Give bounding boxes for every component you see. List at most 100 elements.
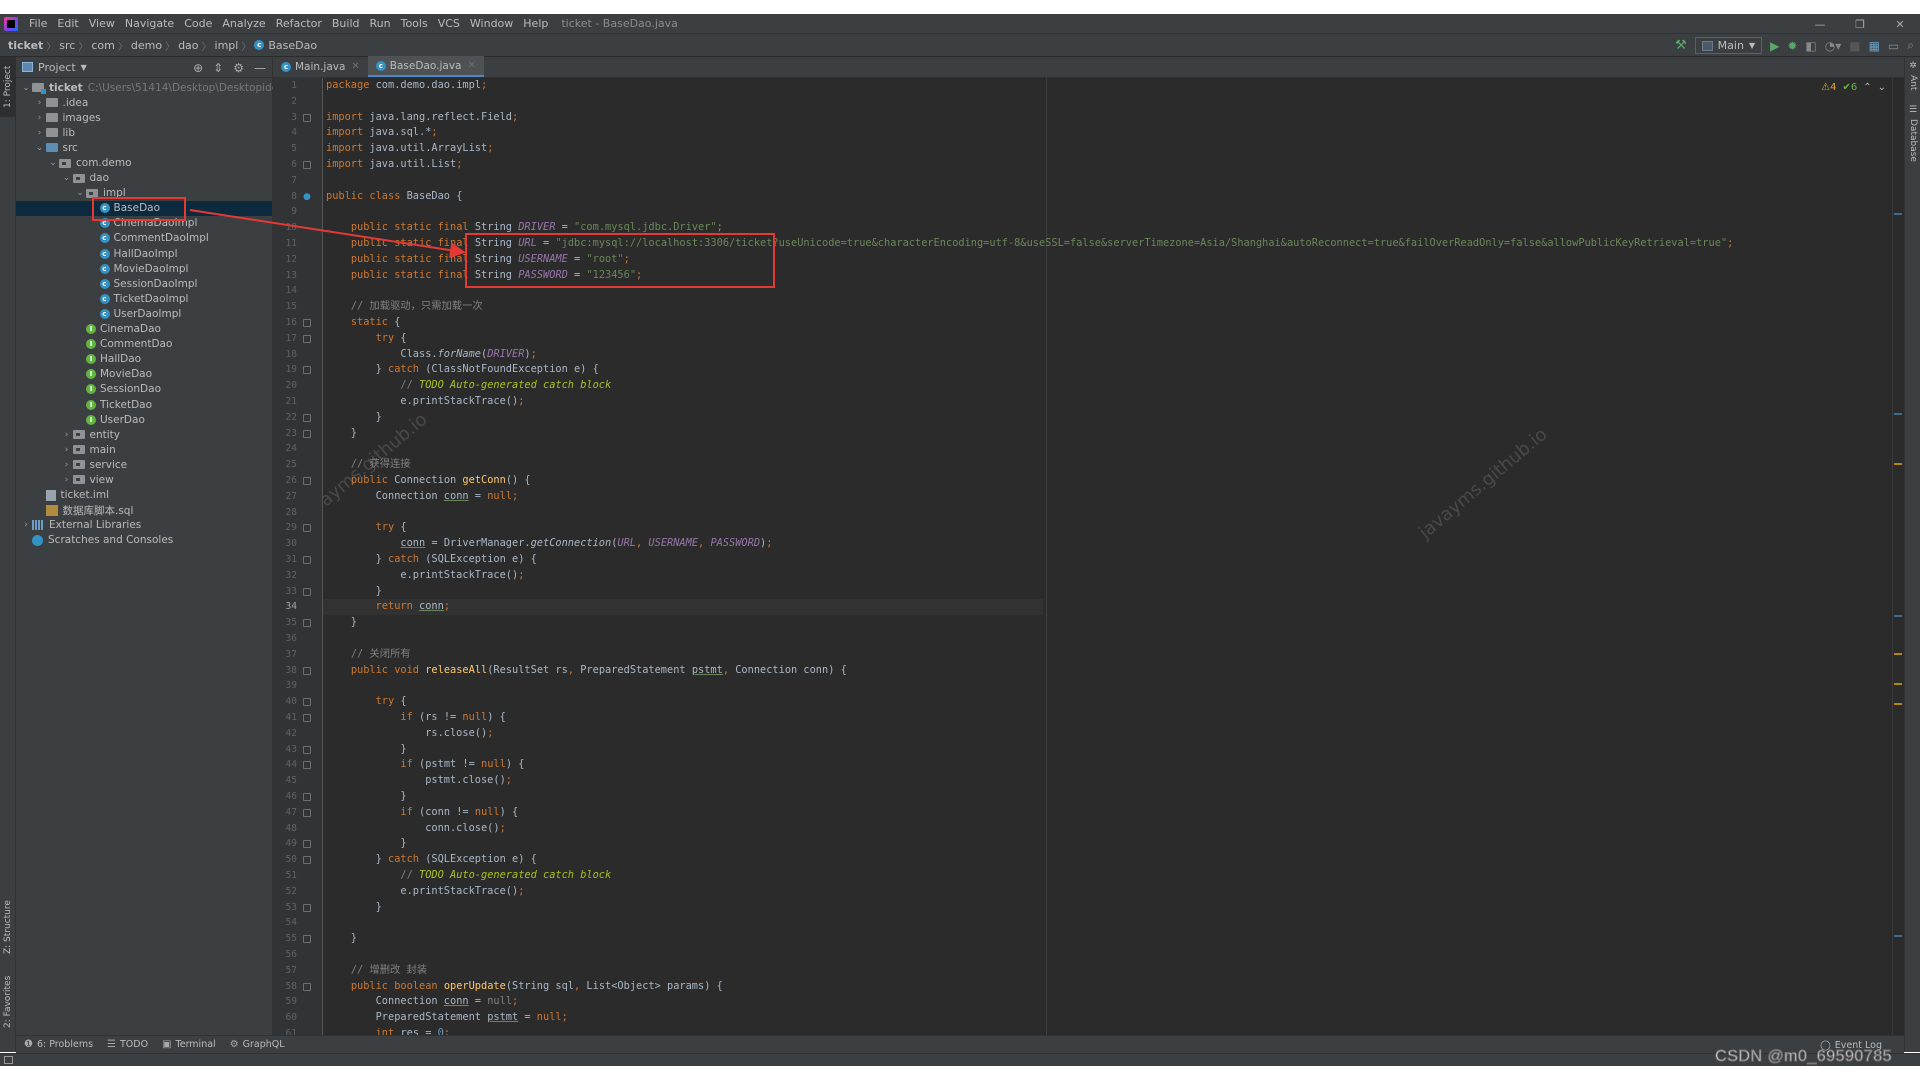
menu-tools[interactable]: Tools <box>396 17 433 30</box>
tree-node[interactable]: › External Libraries <box>16 518 272 533</box>
tool-tab-database[interactable]: ☰ Database <box>1905 105 1920 175</box>
menu-run[interactable]: Run <box>365 17 396 30</box>
editor-tab[interactable]: c Main.java ✕ <box>273 56 368 77</box>
chevron-down-icon[interactable]: ⌄ <box>20 83 32 93</box>
minimize-button[interactable]: — <box>1800 18 1840 31</box>
toggle-tool-windows-icon[interactable] <box>4 1056 13 1064</box>
tool-tab-ant[interactable]: ✲ Ant <box>1905 61 1920 101</box>
fold-marker-icon[interactable] <box>303 856 311 865</box>
profile-icon[interactable]: ◔▾ <box>1825 39 1842 53</box>
fold-marker-icon[interactable] <box>303 429 311 438</box>
chevron-right-icon[interactable]: › <box>34 113 46 123</box>
fold-marker-icon[interactable] <box>303 935 311 944</box>
collapse-all-icon[interactable]: ⇕ <box>213 61 223 75</box>
fold-marker-icon[interactable] <box>303 334 311 343</box>
fold-marker-icon[interactable] <box>303 903 311 912</box>
fold-marker-icon[interactable] <box>303 745 311 754</box>
close-tab-icon[interactable]: ✕ <box>351 61 359 72</box>
menu-vcs[interactable]: VCS <box>433 17 465 30</box>
inspection-widget[interactable]: ⚠4 ✔6 ⌃ ⌄ <box>1821 82 1886 93</box>
fold-marker-icon[interactable] <box>303 477 311 485</box>
fold-marker-icon[interactable] <box>303 556 311 564</box>
bottom-tab[interactable]: ❶ 6: Problems <box>24 1039 93 1050</box>
chevron-right-icon[interactable]: › <box>34 128 46 138</box>
hide-panel-icon[interactable]: — <box>254 61 266 75</box>
menu-window[interactable]: Window <box>465 17 518 30</box>
fold-marker-icon[interactable] <box>303 793 311 801</box>
menu-edit[interactable]: Edit <box>52 17 83 30</box>
fold-marker-icon[interactable] <box>303 982 311 991</box>
close-button[interactable]: ✕ <box>1880 18 1920 31</box>
tool-tab-structure[interactable]: Z: Structure <box>0 892 16 962</box>
bottom-tab[interactable]: ☰ TODO <box>107 1039 148 1050</box>
fold-marker-icon[interactable] <box>303 714 311 722</box>
tree-node[interactable]: c SessionDaoImpl <box>16 276 272 291</box>
terminal-window-icon[interactable]: ▭ <box>1888 39 1899 53</box>
tree-node[interactable]: › view <box>16 472 272 487</box>
fold-marker-icon[interactable] <box>303 113 311 122</box>
fold-marker-icon[interactable] <box>303 524 311 533</box>
breadcrumb-item[interactable]: src <box>56 39 78 52</box>
project-structure-icon[interactable]: ▦ <box>1869 39 1880 53</box>
code-editor[interactable]: package com.demo.dao.impl; import java.la… <box>323 78 1904 1035</box>
locate-file-icon[interactable]: ⊕ <box>193 61 203 75</box>
bottom-tab[interactable]: ▣ Terminal <box>162 1039 216 1050</box>
tree-node[interactable]: I CinemaDao <box>16 322 272 337</box>
tree-node[interactable]: I SessionDao <box>16 382 272 397</box>
tree-node[interactable]: › .idea <box>16 95 272 110</box>
bottom-tab[interactable]: ⚙ GraphQL <box>230 1039 285 1050</box>
tree-node[interactable]: c HallDaoImpl <box>16 246 272 261</box>
gear-icon[interactable]: ⚙ <box>233 61 244 75</box>
tree-node[interactable]: I UserDao <box>16 412 272 427</box>
tree-node[interactable]: c CommentDaoImpl <box>16 231 272 246</box>
debug-icon[interactable]: ✹ <box>1787 39 1797 53</box>
tree-node[interactable]: ⌄ ticket C:\Users\51414\Desktop\Desktopide… <box>16 80 317 95</box>
fold-marker-icon[interactable] <box>303 413 311 422</box>
chevron-right-icon[interactable]: › <box>61 475 73 485</box>
tree-node[interactable]: c UserDaoImpl <box>16 306 272 321</box>
tree-node[interactable]: › main <box>16 442 272 457</box>
tree-node[interactable]: I TicketDao <box>16 397 272 412</box>
editor-tab[interactable]: c BaseDao.java ✕ <box>367 56 484 77</box>
menu-refactor[interactable]: Refactor <box>271 17 327 30</box>
fold-marker-icon[interactable] <box>303 666 311 675</box>
coverage-icon[interactable]: ◧ <box>1805 39 1816 53</box>
run-config-select[interactable]: Main ▼ <box>1694 37 1763 54</box>
chevron-right-icon[interactable]: › <box>34 98 46 108</box>
tree-node[interactable]: › lib <box>16 125 272 140</box>
implemented-icon[interactable]: ● <box>303 192 311 202</box>
fold-marker-icon[interactable] <box>303 319 311 327</box>
tree-node[interactable]: I CommentDao <box>16 337 272 352</box>
breadcrumb-item[interactable]: com <box>88 39 118 52</box>
fold-marker-icon[interactable] <box>303 808 311 817</box>
menu-navigate[interactable]: Navigate <box>120 17 179 30</box>
tree-node[interactable]: ticket.iml <box>16 488 272 503</box>
fold-marker-icon[interactable] <box>303 761 311 770</box>
chevron-right-icon[interactable]: › <box>61 430 73 440</box>
tree-node[interactable]: ⌄ com.demo <box>16 155 272 170</box>
search-icon[interactable]: ⌕ <box>1907 38 1914 53</box>
breadcrumb-item[interactable]: ticket <box>0 39 46 52</box>
next-highlight-icon[interactable]: ⌄ <box>1878 82 1886 93</box>
tree-node[interactable]: I MovieDao <box>16 367 272 382</box>
previous-highlight-icon[interactable]: ⌃ <box>1863 82 1871 93</box>
fold-marker-icon[interactable] <box>303 698 311 707</box>
editor-scrollbar[interactable] <box>1892 78 1904 1035</box>
fold-marker-icon[interactable] <box>303 587 311 596</box>
tree-node[interactable]: › images <box>16 110 272 125</box>
chevron-down-icon[interactable]: ⌄ <box>74 188 86 198</box>
breadcrumb-item[interactable]: demo <box>128 39 165 52</box>
chevron-right-icon[interactable]: › <box>20 520 32 530</box>
tree-node[interactable]: c TicketDaoImpl <box>16 291 272 306</box>
breadcrumb-item[interactable]: dao <box>175 39 201 52</box>
hammer-icon[interactable]: ⚒ <box>1675 38 1687 53</box>
menu-analyze[interactable]: Analyze <box>217 17 270 30</box>
menu-help[interactable]: Help <box>518 17 553 30</box>
menu-code[interactable]: Code <box>179 17 217 30</box>
tree-node[interactable]: 数据库脚本.sql <box>16 503 272 518</box>
chevron-down-icon[interactable]: ⌄ <box>34 143 46 153</box>
tree-node[interactable]: ⌄ dao <box>16 171 272 186</box>
menu-build[interactable]: Build <box>327 17 365 30</box>
project-view-selector[interactable]: Project <box>38 61 76 74</box>
tree-node[interactable]: I HallDao <box>16 352 272 367</box>
